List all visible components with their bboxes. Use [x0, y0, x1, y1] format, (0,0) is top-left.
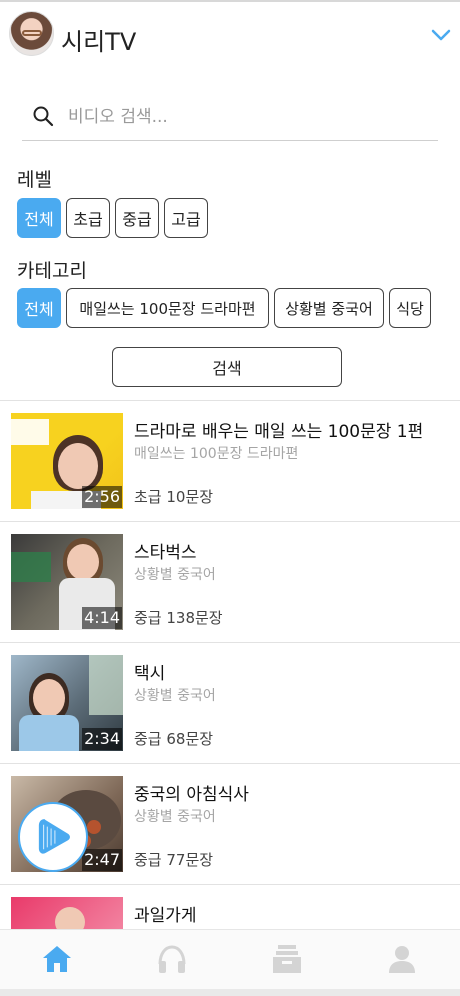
list-item[interactable]: 4:14 스타벅스 상황별 중국어 중급 138문장 [0, 521, 460, 642]
level-label: 레벨 [17, 169, 52, 191]
archive-icon[interactable] [270, 942, 304, 976]
search-button[interactable]: 검색 [112, 347, 342, 387]
search-bar [22, 97, 438, 141]
bottom-navigation [0, 929, 460, 989]
level-chip-all[interactable]: 전체 [17, 198, 61, 238]
level-chip-beginner[interactable]: 초급 [66, 198, 110, 238]
category-chip-all[interactable]: 전체 [17, 288, 61, 328]
video-duration: 2:34 [82, 728, 122, 750]
headphones-icon[interactable] [155, 942, 189, 976]
video-duration: 2:56 [82, 486, 122, 508]
video-title: 스타벅스 [134, 543, 197, 563]
video-category: 상황별 중국어 [134, 688, 216, 704]
category-label: 카테고리 [17, 260, 87, 282]
video-thumbnail[interactable]: 2:56 [11, 413, 123, 509]
video-category: 상황별 중국어 [134, 809, 216, 825]
video-meta: 중급 77문장 [134, 851, 214, 869]
video-meta: 중급 138문장 [134, 609, 223, 627]
video-title: 중국의 아침식사 [134, 785, 249, 805]
video-title: 택시 [134, 664, 166, 684]
video-category: 상황별 중국어 [134, 567, 216, 583]
video-meta: 중급 68문장 [134, 730, 214, 748]
app-title: 시리TV [61, 28, 137, 56]
search-input[interactable] [68, 103, 418, 131]
floating-player-button[interactable] [18, 802, 88, 872]
video-category: 매일쓰는 100문장 드라마편 [134, 446, 299, 462]
category-chip-drama[interactable]: 매일쓰는 100문장 드라마편 [66, 288, 269, 328]
category-chip-restaurant[interactable]: 식당 [389, 288, 431, 328]
video-duration: 4:14 [82, 607, 122, 629]
app-header: 시리TV [0, 2, 460, 72]
home-icon[interactable] [40, 942, 74, 976]
level-chip-advanced[interactable]: 고급 [164, 198, 208, 238]
level-filter: 전체 초급 중급 고급 [17, 198, 208, 238]
video-meta: 초급 10문장 [134, 488, 214, 506]
video-title: 드라마로 배우는 매일 쓰는 100문장 1편 [134, 422, 424, 442]
list-item[interactable]: 2:56 드라마로 배우는 매일 쓰는 100문장 1편 매일쓰는 100문장 … [0, 400, 460, 521]
list-item[interactable]: 2:34 택시 상황별 중국어 중급 68문장 [0, 642, 460, 763]
search-icon[interactable] [32, 105, 54, 127]
video-list: 2:56 드라마로 배우는 매일 쓰는 100문장 1편 매일쓰는 100문장 … [0, 400, 460, 996]
video-duration: 2:47 [82, 849, 122, 871]
chevron-down-icon[interactable] [431, 28, 451, 42]
person-icon[interactable] [385, 942, 419, 976]
system-bar [0, 989, 460, 996]
avatar[interactable] [9, 11, 54, 56]
video-title: 과일가게 [134, 906, 197, 926]
category-filter: 전체 매일쓰는 100문장 드라마편 상황별 중국어 식당 [17, 288, 431, 328]
category-chip-situational[interactable]: 상황별 중국어 [274, 288, 384, 328]
video-thumbnail[interactable]: 4:14 [11, 534, 123, 630]
video-thumbnail[interactable]: 2:34 [11, 655, 123, 751]
level-chip-intermediate[interactable]: 중급 [115, 198, 159, 238]
